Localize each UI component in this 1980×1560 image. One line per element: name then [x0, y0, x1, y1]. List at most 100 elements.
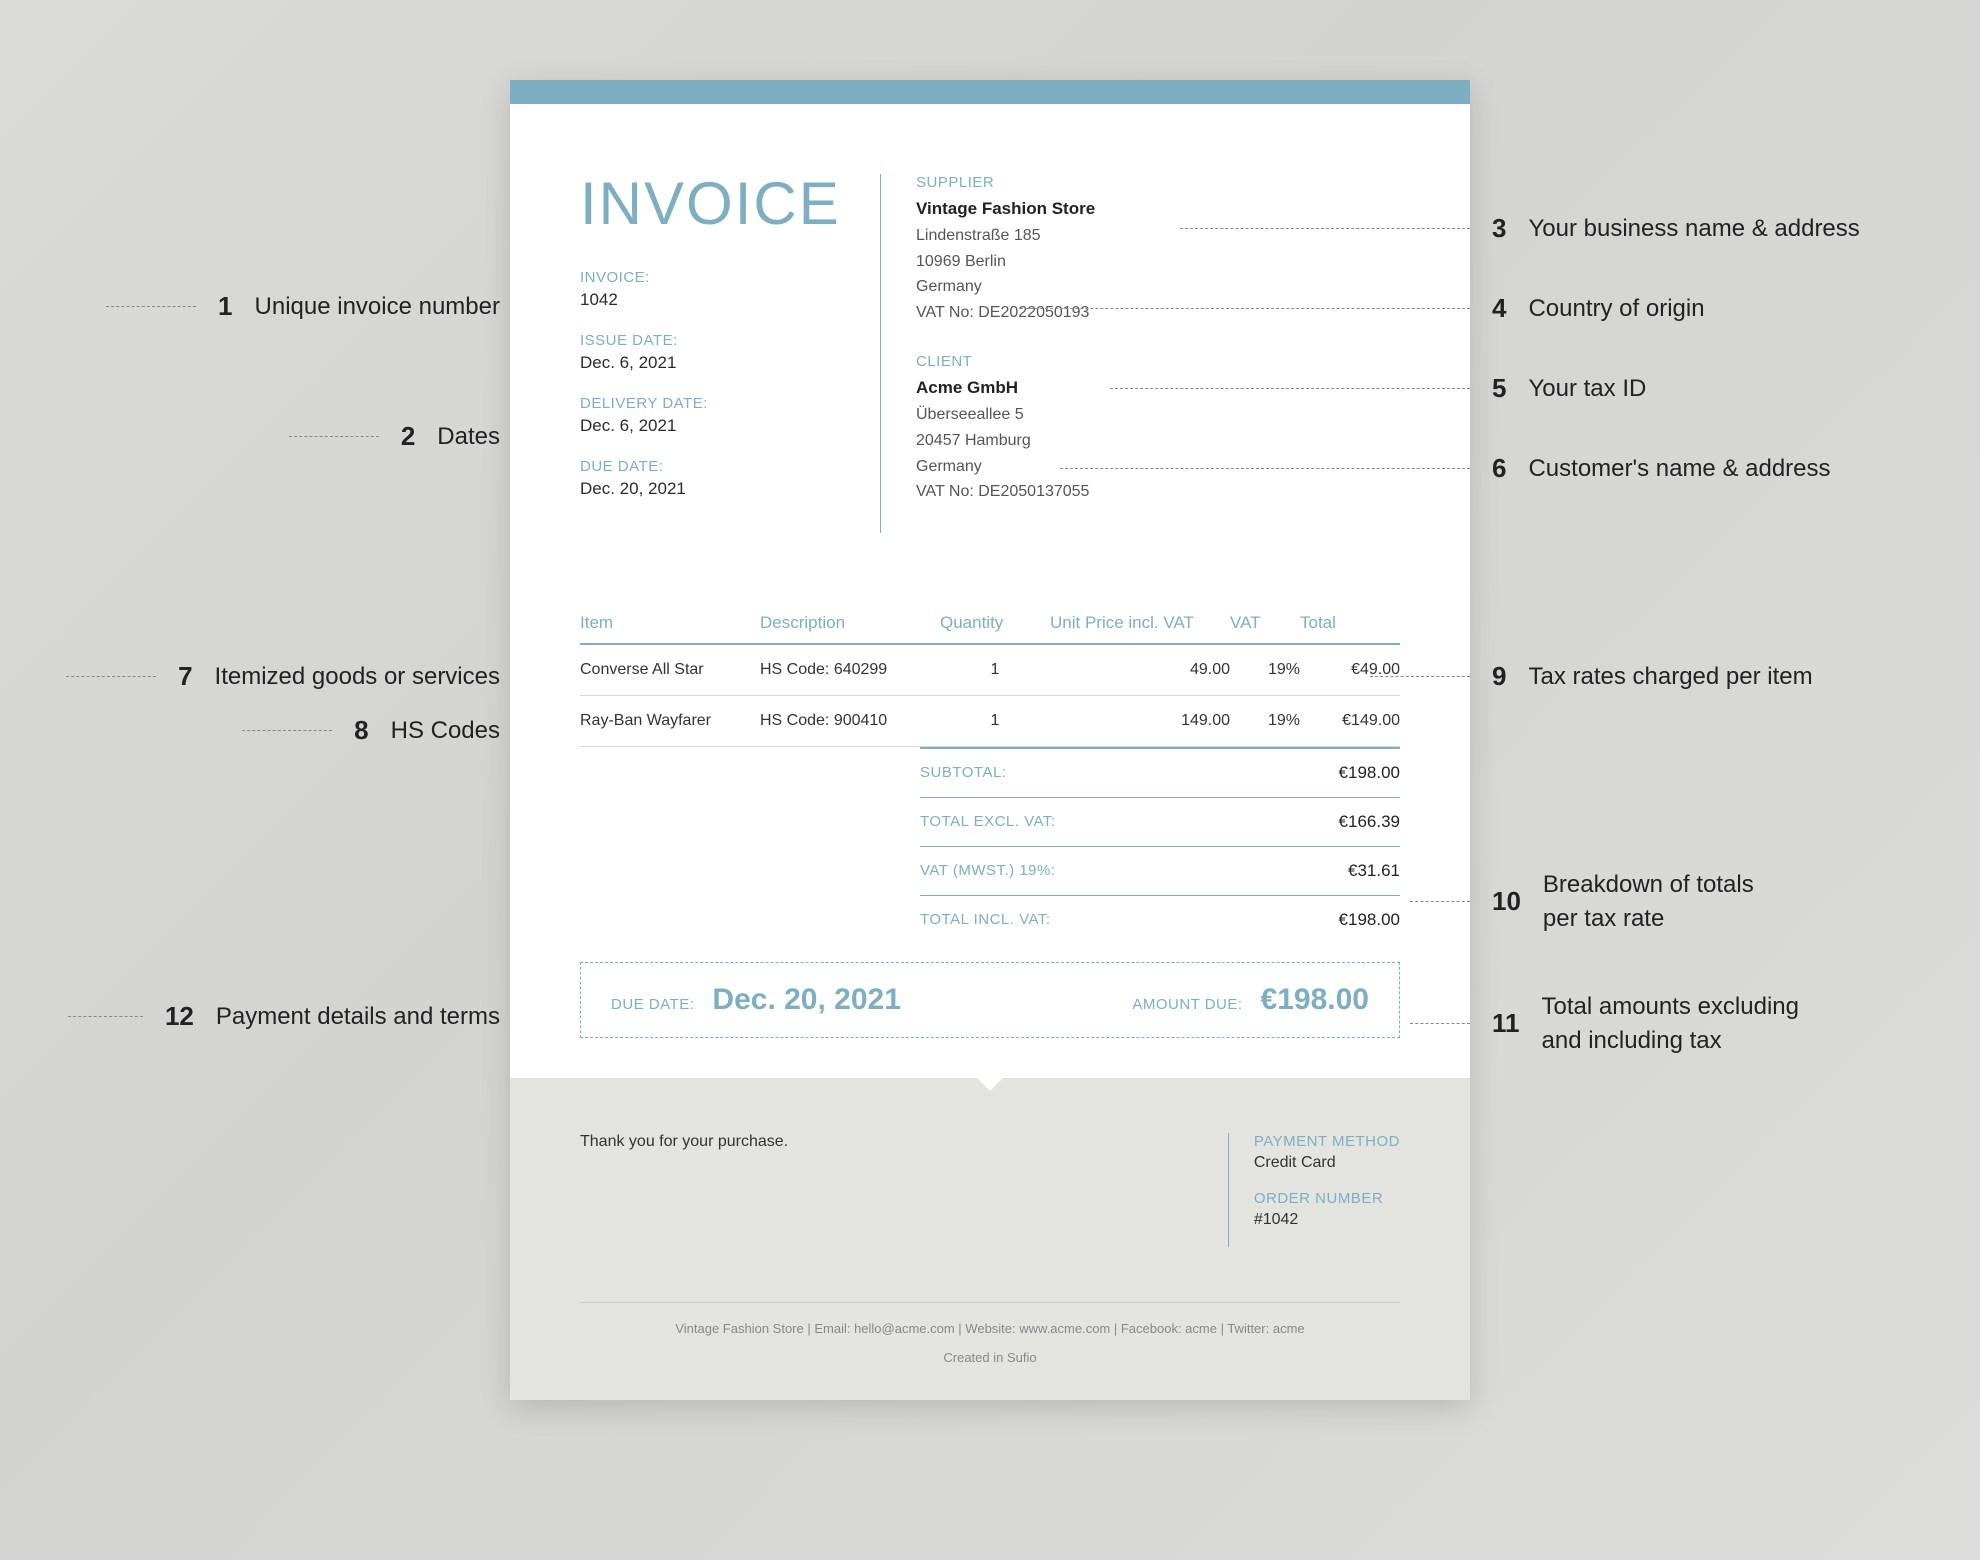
delivery-date: Dec. 6, 2021 — [580, 416, 880, 436]
annotation-4: 4 Country of origin — [1020, 292, 1705, 326]
annotation-line-icon — [242, 730, 332, 731]
footer-notch-icon — [976, 1077, 1004, 1091]
invoice-document: INVOICE INVOICE: 1042 ISSUE DATE: Dec. 6… — [510, 80, 1470, 1400]
item-desc: HS Code: 900410 — [760, 695, 940, 746]
annotation-text: Dates — [437, 420, 500, 454]
annotation-6: 6 Customer's name & address — [1060, 452, 1831, 486]
annotation-5: 5 Your tax ID — [1110, 372, 1646, 406]
order-number-value: #1042 — [1254, 1211, 1400, 1229]
client-label: CLIENT — [916, 353, 1400, 370]
payment-method-block: PAYMENT METHOD Credit Card — [1254, 1133, 1400, 1172]
delivery-date-label: DELIVERY DATE: — [580, 395, 880, 412]
annotation-line-icon — [1020, 308, 1470, 309]
total-excl-value: €166.39 — [1339, 812, 1400, 832]
item-name: Ray-Ban Wayfarer — [580, 695, 760, 746]
annotation-text: HS Codes — [391, 714, 500, 748]
invoice-footer: Thank you for your purchase. PAYMENT MET… — [510, 1078, 1470, 1400]
item-qty: 1 — [940, 695, 1050, 746]
items-table: Item Description Quantity Unit Price inc… — [580, 603, 1400, 747]
annotation-number: 6 — [1492, 453, 1506, 484]
annotation-number: 1 — [218, 291, 232, 322]
annotation-text: Breakdown of totals per tax rate — [1543, 868, 1754, 935]
total-incl-value: €198.00 — [1339, 910, 1400, 930]
issue-date-block: ISSUE DATE: Dec. 6, 2021 — [580, 332, 880, 373]
order-number-block: ORDER NUMBER #1042 — [1254, 1190, 1400, 1229]
annotation-line-icon — [66, 676, 156, 677]
annotation-text-line: Total amounts excluding — [1542, 993, 1799, 1020]
subtotal-value: €198.00 — [1339, 763, 1400, 783]
item-desc: HS Code: 640299 — [760, 644, 940, 696]
col-quantity: Quantity — [940, 603, 1050, 644]
order-number-label: ORDER NUMBER — [1254, 1190, 1400, 1207]
annotation-text: Tax rates charged per item — [1528, 660, 1812, 694]
total-incl-row: TOTAL INCL. VAT: €198.00 — [920, 896, 1400, 944]
item-unit: 49.00 — [1050, 644, 1230, 696]
annotation-12: Payment details and terms 12 — [60, 1000, 500, 1034]
annotation-number: 10 — [1492, 886, 1521, 917]
annotation-number: 9 — [1492, 661, 1506, 692]
thank-you-text: Thank you for your purchase. — [580, 1133, 788, 1247]
client-city: 20457 Hamburg — [916, 428, 1400, 454]
annotation-3: 3 Your business name & address — [1180, 212, 1860, 246]
annotation-7: Itemized goods or services 7 — [60, 660, 500, 694]
annotation-text: Customer's name & address — [1528, 452, 1830, 486]
annotation-line-icon — [1410, 901, 1470, 902]
annotation-line-icon — [68, 1016, 143, 1017]
annotation-number: 8 — [354, 715, 368, 746]
item-vat: 19% — [1230, 695, 1300, 746]
due-date-box-label: DUE DATE: — [611, 996, 694, 1013]
amount-due-section: AMOUNT DUE: €198.00 — [1132, 983, 1369, 1017]
due-date-section: DUE DATE: Dec. 20, 2021 — [611, 983, 901, 1017]
annotation-number: 3 — [1492, 213, 1506, 244]
annotation-text: Itemized goods or services — [215, 660, 500, 694]
item-unit: 149.00 — [1050, 695, 1230, 746]
vat-row: VAT (MWST.) 19%: €31.61 — [920, 847, 1400, 896]
amount-due-label: AMOUNT DUE: — [1132, 996, 1242, 1013]
annotation-line-icon — [1060, 468, 1470, 469]
issue-date-label: ISSUE DATE: — [580, 332, 880, 349]
footer-contact-line: Vintage Fashion Store | Email: hello@acm… — [580, 1302, 1400, 1336]
annotation-line-icon — [1110, 388, 1470, 389]
annotation-line-icon — [106, 306, 196, 307]
annotation-text: Total amounts excluding and including ta… — [1542, 990, 1799, 1057]
total-excl-label: TOTAL EXCL. VAT: — [920, 813, 1056, 830]
annotation-line-icon — [1180, 228, 1470, 229]
vat-value: €31.61 — [1348, 861, 1400, 881]
client-street: Überseeallee 5 — [916, 402, 1400, 428]
total-incl-label: TOTAL INCL. VAT: — [920, 911, 1051, 928]
due-date: Dec. 20, 2021 — [580, 479, 880, 499]
invoice-title: INVOICE — [580, 174, 880, 234]
col-vat: VAT — [1230, 603, 1300, 644]
annotation-number: 7 — [178, 661, 192, 692]
table-row: Ray-Ban Wayfarer HS Code: 900410 1 149.0… — [580, 695, 1400, 746]
invoice-number: 1042 — [580, 290, 880, 310]
subtotal-row: SUBTOTAL: €198.00 — [920, 749, 1400, 798]
vat-label: VAT (MWST.) 19%: — [920, 862, 1056, 879]
col-total: Total — [1300, 603, 1400, 644]
invoice-number-label: INVOICE: — [580, 269, 880, 286]
annotation-line-icon — [289, 436, 379, 437]
payment-column: PAYMENT METHOD Credit Card ORDER NUMBER … — [1228, 1133, 1400, 1247]
annotation-text: Your business name & address — [1528, 212, 1859, 246]
invoice-top-bar — [510, 80, 1470, 104]
due-date-box-value: Dec. 20, 2021 — [712, 983, 900, 1017]
due-date-block: DUE DATE: Dec. 20, 2021 — [580, 458, 880, 499]
annotation-line-icon — [1410, 1023, 1470, 1024]
annotation-1: Unique invoice number 1 — [60, 290, 500, 324]
amount-due-box: DUE DATE: Dec. 20, 2021 AMOUNT DUE: €198… — [580, 962, 1400, 1038]
item-name: Converse All Star — [580, 644, 760, 696]
annotation-number: 2 — [401, 421, 415, 452]
totals-block: SUBTOTAL: €198.00 TOTAL EXCL. VAT: €166.… — [920, 747, 1400, 944]
supplier-label: SUPPLIER — [916, 174, 1400, 191]
annotation-text: Unique invoice number — [255, 290, 500, 324]
col-description: Description — [760, 603, 940, 644]
annotation-text: Your tax ID — [1528, 372, 1646, 406]
invoice-number-block: INVOICE: 1042 — [580, 269, 880, 310]
annotation-11: 11 Total amounts excluding and including… — [1410, 990, 1799, 1057]
delivery-date-block: DELIVERY DATE: Dec. 6, 2021 — [580, 395, 880, 436]
subtotal-label: SUBTOTAL: — [920, 764, 1006, 781]
annotation-9: 9 Tax rates charged per item — [1370, 660, 1813, 694]
annotation-text: Payment details and terms — [216, 1000, 500, 1034]
annotation-text-line: and including tax — [1542, 1024, 1799, 1058]
annotation-8: HS Codes 8 — [60, 714, 500, 748]
